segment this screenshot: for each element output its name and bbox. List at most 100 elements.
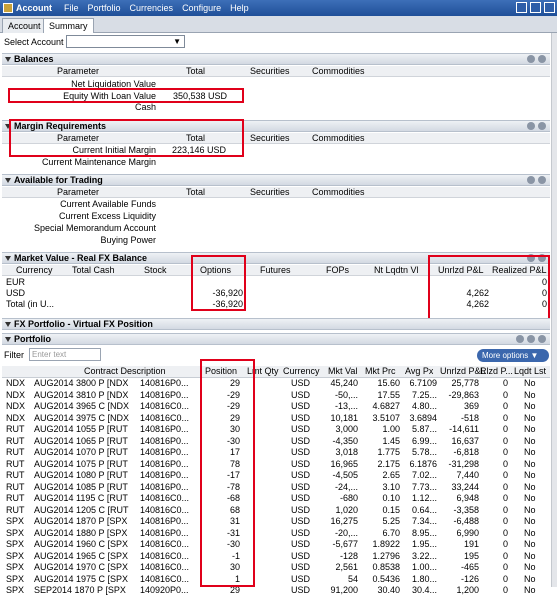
col-options: Options <box>200 265 232 275</box>
market-section-header[interactable]: Market Value - Real FX Balance <box>2 252 550 264</box>
col-nt-lqdtn-vl: Nt Lqdtn Vl <box>374 265 419 275</box>
menu-file[interactable]: File <box>64 3 79 13</box>
collapse-icon[interactable] <box>5 256 11 262</box>
table-cell: 140816P0... <box>140 378 189 388</box>
menu-help[interactable]: Help <box>230 3 249 13</box>
table-row[interactable]: RUT AUG2014 1085 P [RUT 140816P0... -78 USD -… <box>2 482 550 494</box>
table-row[interactable]: RUT AUG2014 1195 C [RUT 140816C0... -68 USD -… <box>2 493 550 505</box>
col-contract-description: Contract Description <box>84 366 166 376</box>
collapse-icon[interactable] <box>5 124 11 130</box>
available-header-row: Parameter Total Securities Commodities <box>2 187 550 198</box>
table-row[interactable]: RUT AUG2014 1080 P [RUT 140816P0... -17 USD -… <box>2 470 550 482</box>
collapse-icon[interactable] <box>5 57 11 63</box>
add-icon[interactable] <box>538 254 546 262</box>
help-icon[interactable] <box>527 55 535 63</box>
table-cell: -4,505 <box>332 470 358 480</box>
app-title: Account <box>16 3 52 13</box>
table-cell: -128 <box>339 550 358 561</box>
chevron-down-icon: ▼ <box>530 351 539 360</box>
collapse-icon[interactable] <box>5 178 11 184</box>
tab-account[interactable]: Account <box>2 18 47 33</box>
table-cell: USD <box>291 481 311 492</box>
table-cell: No <box>524 401 536 411</box>
tab-summary[interactable]: Summary <box>43 18 94 33</box>
table-cell: SPX <box>6 562 25 572</box>
menu-configure[interactable]: Configure <box>182 3 221 13</box>
table-cell: 1.775 <box>377 447 400 457</box>
select-account-dropdown[interactable]: ▼ <box>66 35 185 48</box>
col-securities: Securities <box>250 66 290 76</box>
collapse-icon[interactable] <box>5 322 11 328</box>
col-commodities: Commodities <box>312 187 365 197</box>
table-row[interactable]: SPX AUG2014 1975 C [SPX 140816C0... 1 USD 54 0… <box>2 574 550 586</box>
help-icon[interactable] <box>527 254 535 262</box>
minimize-icon[interactable] <box>516 2 527 13</box>
table-cell: -14,611 <box>449 424 479 434</box>
table-row[interactable]: SPX AUG2014 1960 C [SPX 140816C0... -30 USD -… <box>2 539 550 551</box>
value-current-initial-margin: 223,146 USD <box>172 145 227 155</box>
table-cell: USD <box>291 516 311 526</box>
table-cell: 17 <box>229 447 240 457</box>
help-icon[interactable] <box>527 122 535 130</box>
col-unrlzd-pl: Unrlzd P&L <box>438 265 484 275</box>
table-cell: USD <box>291 527 311 538</box>
menu-currencies[interactable]: Currencies <box>130 3 174 13</box>
vertical-scrollbar[interactable] <box>551 33 557 587</box>
portfolio-header-row: Contract Description Position Lmt Qty Cu… <box>2 366 550 378</box>
table-cell: 29 <box>229 378 240 388</box>
table-row[interactable]: NDX AUG2014 3810 P [NDX 140816P0... -29 USD -… <box>2 390 550 402</box>
fx-section-header[interactable]: FX Portfolio - Virtual FX Position <box>2 318 550 330</box>
app-menu[interactable]: Account <box>3 3 52 13</box>
currency-total: Total (in U... <box>6 299 55 309</box>
help-icon[interactable] <box>516 335 524 343</box>
balances-section-header[interactable]: Balances <box>2 53 550 65</box>
col-position: Position <box>205 366 238 376</box>
table-row[interactable]: SPX AUG2014 1965 C [SPX 140816C0... -1 USD -1… <box>2 551 550 563</box>
table-cell: 68 <box>229 504 240 515</box>
table-cell: No <box>524 493 536 503</box>
table-cell: 140816C0... <box>140 504 190 515</box>
table-row[interactable]: RUT AUG2014 1075 P [RUT 140816P0... 78 USD 16… <box>2 459 550 471</box>
table-cell: 140816P0... <box>140 424 189 434</box>
col-futures: Futures <box>260 265 291 275</box>
more-options-button[interactable]: More options ▼ <box>477 349 549 362</box>
table-cell: 0 <box>502 401 508 411</box>
table-cell: 7.73... <box>411 481 437 492</box>
table-cell: 0 <box>502 562 508 572</box>
settings-icon[interactable] <box>527 335 535 343</box>
filter-input[interactable]: Enter text <box>29 348 101 361</box>
add-icon[interactable] <box>538 122 546 130</box>
table-cell: USD <box>291 447 311 457</box>
detach-icon[interactable] <box>538 335 546 343</box>
menu-portfolio[interactable]: Portfolio <box>88 3 121 13</box>
table-row[interactable]: NDX AUG2014 3965 C [NDX 140816C0... -29 USD -… <box>2 401 550 413</box>
maximize-icon[interactable] <box>530 2 541 13</box>
table-cell: 1.00... <box>411 562 437 572</box>
portfolio-section-header[interactable]: Portfolio <box>2 333 550 345</box>
add-icon[interactable] <box>538 176 546 184</box>
table-row[interactable]: NDX AUG2014 3800 P [NDX 140816P0... 29 USD 45… <box>2 378 550 390</box>
table-row[interactable]: SPX AUG2014 1880 P [SPX 140816P0... -31 USD -… <box>2 528 550 540</box>
table-row[interactable]: RUT AUG2014 1205 C [RUT 140816C0... 68 USD 1,… <box>2 505 550 517</box>
col-commodities: Commodities <box>312 133 365 143</box>
close-icon[interactable] <box>544 2 555 13</box>
table-cell: 4.80... <box>411 401 437 411</box>
table-row[interactable]: NDX AUG2014 3975 C [NDX 140816C0... 29 USD 10… <box>2 413 550 425</box>
table-cell: 2,561 <box>335 562 358 572</box>
collapse-icon[interactable] <box>5 337 11 343</box>
table-row[interactable]: SPX AUG2014 1870 P [SPX 140816P0... 31 USD 16… <box>2 516 550 528</box>
add-icon[interactable] <box>538 55 546 63</box>
help-icon[interactable] <box>527 176 535 184</box>
available-section-header[interactable]: Available for Trading <box>2 174 550 186</box>
table-row[interactable]: RUT AUG2014 1070 P [RUT 140816P0... 17 USD 3,… <box>2 447 550 459</box>
unrealized-usd: 4,262 <box>466 288 489 298</box>
margin-section-header[interactable]: Margin Requirements <box>2 120 550 132</box>
table-cell: 140816P0... <box>140 470 189 480</box>
table-row[interactable]: SPX AUG2014 1970 C [SPX 140816C0... 30 USD 2,… <box>2 562 550 574</box>
table-cell: 25,778 <box>451 378 479 388</box>
table-cell: 6.99... <box>411 435 437 446</box>
table-row[interactable]: RUT AUG2014 1055 P [RUT 140816P0... 30 USD 3,… <box>2 424 550 436</box>
realized-eur: 0 <box>541 277 547 287</box>
table-row[interactable]: RUT AUG2014 1065 P [RUT 140816P0... -30 USD -… <box>2 436 550 448</box>
table-cell: 0 <box>502 481 508 492</box>
